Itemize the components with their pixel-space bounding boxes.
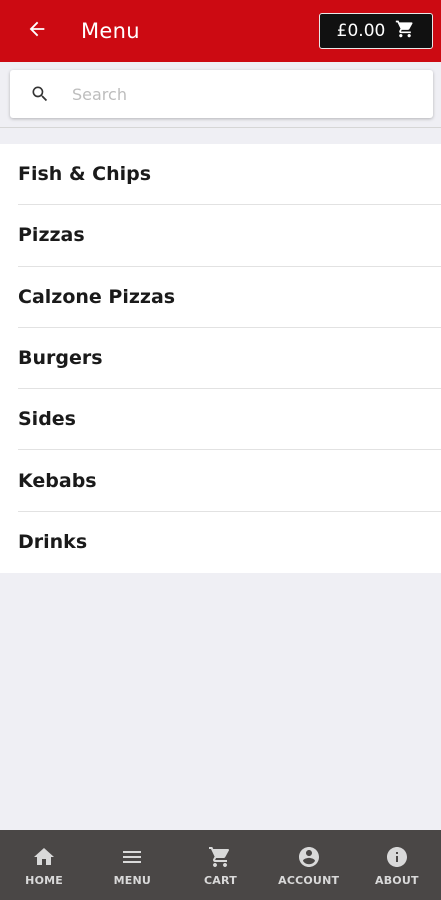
search-icon: [30, 84, 50, 104]
nav-about[interactable]: ABOUT: [357, 844, 437, 887]
category-list: Fish & Chips Pizzas Calzone Pizzas Burge…: [0, 144, 441, 574]
nav-cart-label: CART: [204, 873, 237, 887]
cart-total: £0.00: [336, 21, 386, 41]
bottom-nav: HOME MENU CART ACCOUNT ABOUT: [0, 830, 441, 900]
category-sides[interactable]: Sides: [18, 389, 441, 451]
category-pizzas[interactable]: Pizzas: [18, 205, 441, 267]
search-input[interactable]: [72, 84, 402, 104]
category-fish-chips[interactable]: Fish & Chips: [18, 144, 441, 206]
search-bar: [10, 70, 433, 118]
category-calzone-pizzas[interactable]: Calzone Pizzas: [18, 267, 441, 328]
category-drinks[interactable]: Drinks: [18, 512, 441, 573]
nav-menu-label: MENU: [113, 873, 151, 887]
cart-button[interactable]: £0.00: [319, 13, 433, 49]
nav-account-label: ACCOUNT: [278, 873, 340, 887]
back-button[interactable]: [17, 11, 57, 51]
nav-about-label: ABOUT: [375, 873, 419, 887]
nav-menu[interactable]: MENU: [92, 844, 172, 887]
nav-account[interactable]: ACCOUNT: [269, 844, 349, 887]
page-title: Menu: [81, 19, 140, 43]
nav-cart[interactable]: CART: [180, 844, 260, 887]
nav-home[interactable]: HOME: [4, 844, 84, 887]
nav-home-label: HOME: [25, 873, 63, 887]
category-burgers[interactable]: Burgers: [18, 328, 441, 390]
account-icon: [296, 844, 322, 870]
info-icon: [384, 844, 410, 870]
divider: [0, 127, 441, 128]
cart-icon: [207, 844, 233, 870]
home-icon: [31, 844, 57, 870]
menu-icon: [119, 844, 145, 870]
arrow-left-icon: [26, 18, 48, 44]
app-bar: Menu £0.00: [0, 0, 441, 62]
category-kebabs[interactable]: Kebabs: [18, 450, 441, 512]
cart-icon: [395, 19, 415, 44]
